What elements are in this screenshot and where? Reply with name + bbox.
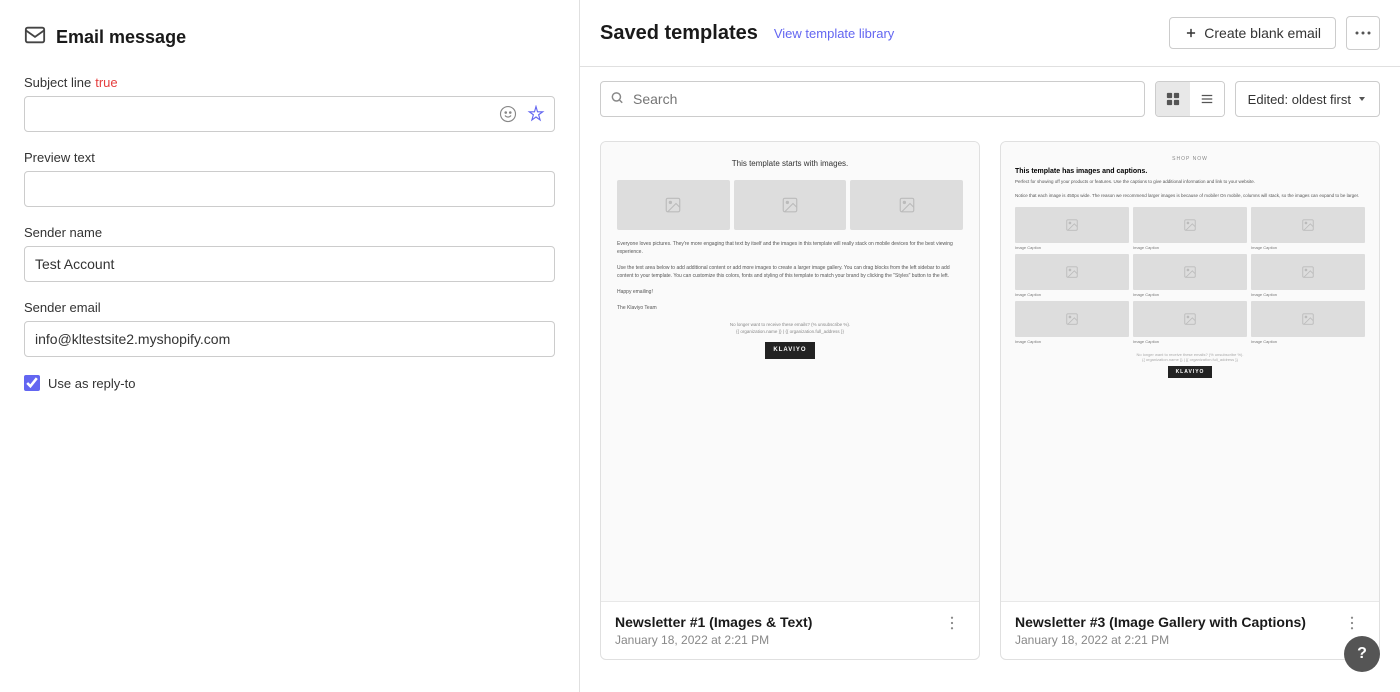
subject-line-input-wrapper xyxy=(24,96,555,132)
preview-text-group: Preview text xyxy=(24,150,555,207)
template-1-more-button[interactable] xyxy=(939,614,965,635)
templates-title: Saved templates xyxy=(600,22,758,45)
create-blank-email-button[interactable]: Create blank email xyxy=(1169,17,1336,49)
preview-text-input-wrapper xyxy=(24,171,555,207)
sort-dropdown[interactable]: Edited: oldest first xyxy=(1235,81,1380,117)
template-card-2[interactable]: SHOP NOW This template has images and ca… xyxy=(1000,141,1380,660)
template-date-1: January 18, 2022 at 2:21 PM xyxy=(615,633,812,647)
right-panel: Saved templates View template library Cr… xyxy=(580,0,1400,692)
template-footer-1: Newsletter #1 (Images & Text) January 18… xyxy=(601,602,979,659)
template-2-more-button[interactable] xyxy=(1339,614,1365,635)
sender-name-input-wrapper xyxy=(24,246,555,282)
reply-to-row: Use as reply-to xyxy=(24,375,555,391)
required-indicator: true xyxy=(95,75,117,90)
page-title: Email message xyxy=(56,27,186,48)
list-view-button[interactable] xyxy=(1190,82,1224,116)
reply-to-checkbox[interactable] xyxy=(24,375,40,391)
grid-view-button[interactable] xyxy=(1156,82,1190,116)
subject-line-label: Subject line true xyxy=(24,75,555,90)
preview-text-input[interactable] xyxy=(24,171,555,207)
sender-email-input[interactable] xyxy=(24,321,555,357)
emoji-button[interactable] xyxy=(497,103,519,125)
template-date-2: January 18, 2022 at 2:21 PM xyxy=(1015,633,1306,647)
right-header: Saved templates View template library Cr… xyxy=(580,0,1400,67)
search-box xyxy=(600,81,1145,117)
sender-email-group: Sender email xyxy=(24,300,555,357)
view-template-library-link[interactable]: View template library xyxy=(774,26,894,41)
help-button[interactable]: ? xyxy=(1344,636,1380,672)
sender-email-input-wrapper xyxy=(24,321,555,357)
view-toggle xyxy=(1155,81,1225,117)
sender-name-label: Sender name xyxy=(24,225,555,240)
template-name-1: Newsletter #1 (Images & Text) xyxy=(615,614,812,630)
left-header: Email message xyxy=(24,24,555,51)
templates-grid: This template starts with images. xyxy=(580,131,1400,680)
subject-line-group: Subject line true xyxy=(24,75,555,132)
template-name-2: Newsletter #3 (Image Gallery with Captio… xyxy=(1015,614,1306,630)
ai-sparkle-button[interactable] xyxy=(525,103,547,125)
left-panel: Email message Subject line true xyxy=(0,0,580,692)
template-preview-2: SHOP NOW This template has images and ca… xyxy=(1001,142,1379,602)
more-options-button[interactable] xyxy=(1346,16,1380,50)
search-icon xyxy=(610,91,624,108)
reply-to-label[interactable]: Use as reply-to xyxy=(48,376,135,391)
template-card-1[interactable]: This template starts with images. xyxy=(600,141,980,660)
template-footer-2: Newsletter #3 (Image Gallery with Captio… xyxy=(1001,602,1379,659)
sender-name-input[interactable] xyxy=(24,246,555,282)
sender-name-group: Sender name xyxy=(24,225,555,282)
email-icon xyxy=(24,24,46,51)
preview-text-label: Preview text xyxy=(24,150,555,165)
search-input[interactable] xyxy=(600,81,1145,117)
search-filters-bar: Edited: oldest first xyxy=(580,67,1400,131)
template-preview-1: This template starts with images. xyxy=(601,142,979,602)
subject-line-input[interactable] xyxy=(24,96,555,132)
sender-email-label: Sender email xyxy=(24,300,555,315)
